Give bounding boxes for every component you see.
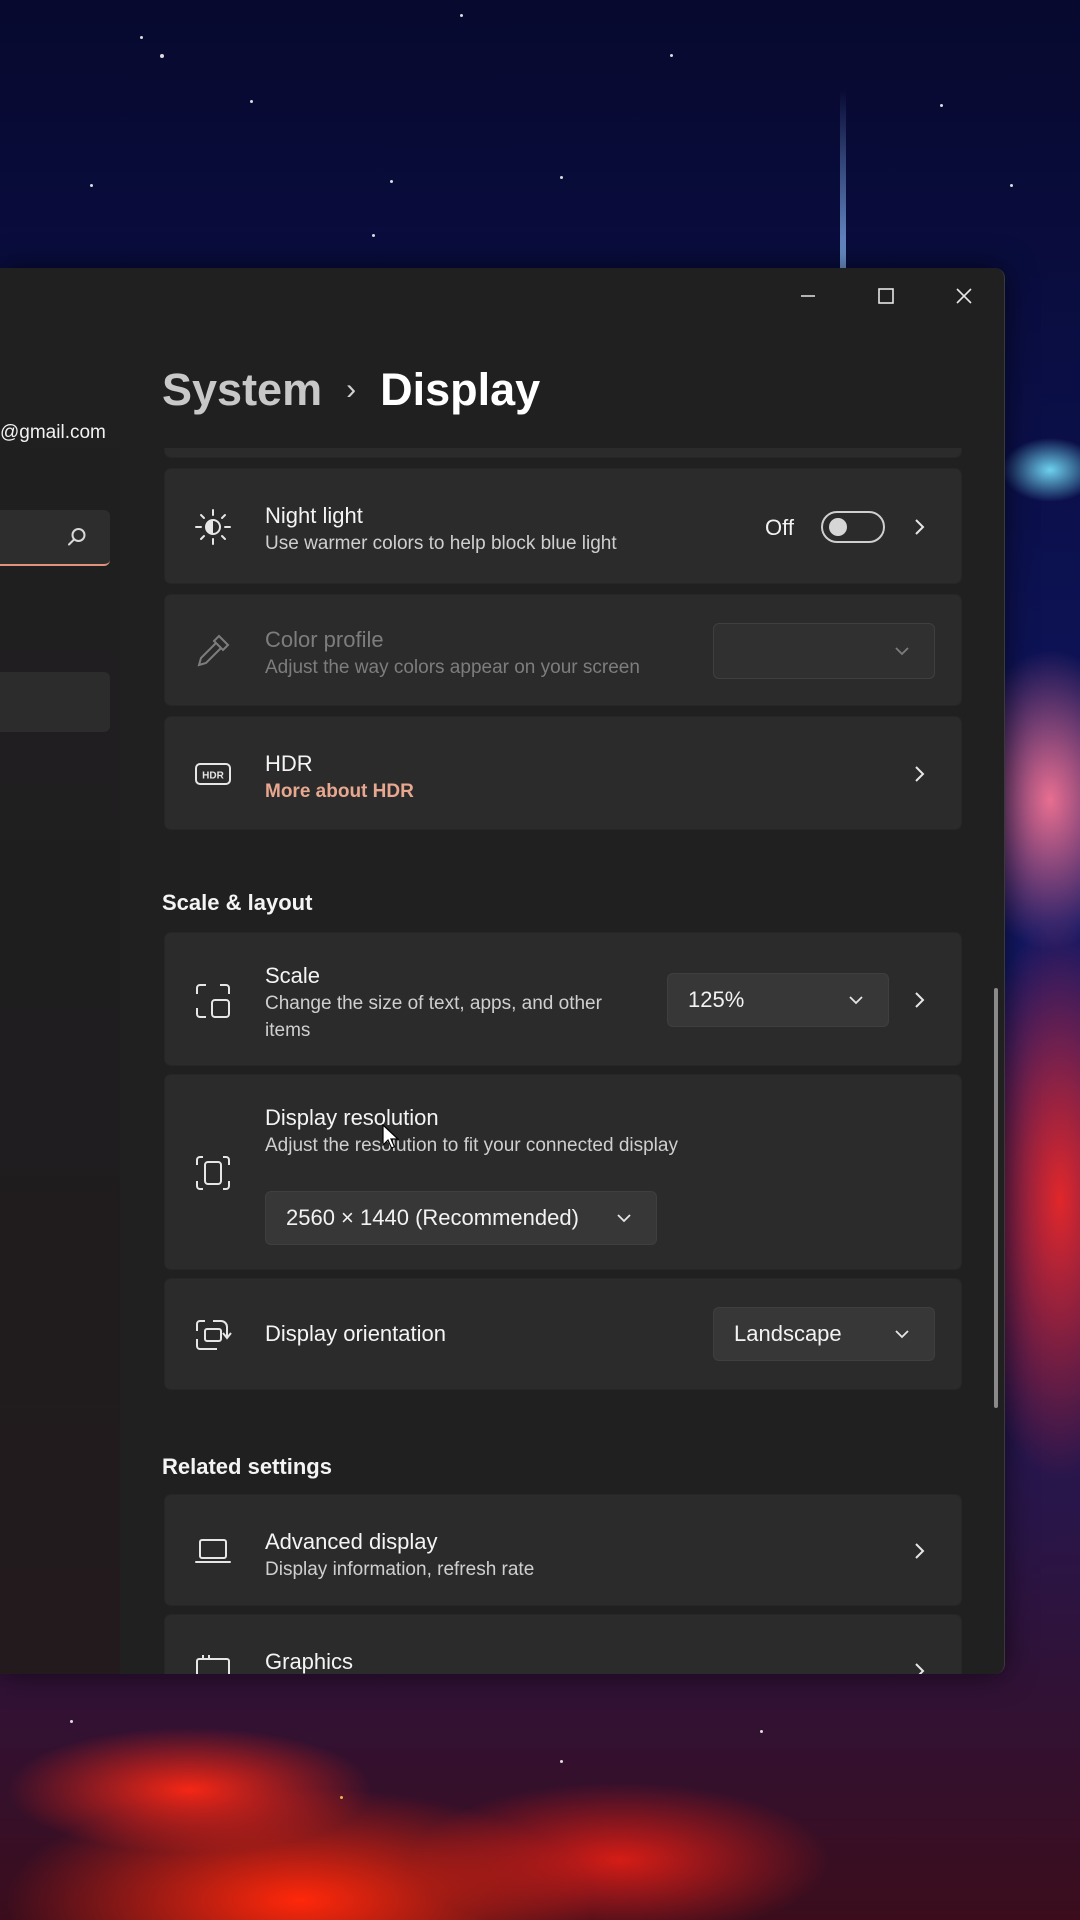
- night-light-subtitle: Use warmer colors to help block blue lig…: [265, 533, 617, 554]
- maximize-button[interactable]: [848, 268, 924, 324]
- chevron-down-icon: [617, 1214, 631, 1223]
- scale-value: 125%: [688, 987, 745, 1012]
- laptop-icon: [195, 1539, 231, 1563]
- color-profile-card: Color profile Adjust the way colors appe…: [164, 594, 962, 706]
- display-orientation-dropdown[interactable]: Landscape: [713, 1307, 935, 1361]
- mouse-pointer-icon: [382, 1124, 400, 1149]
- chevron-down-icon: [849, 996, 863, 1005]
- display-resolution-title: Display resolution: [265, 1105, 439, 1130]
- color-profile-subtitle: Adjust the way colors appear on your scr…: [265, 657, 640, 678]
- chevron-right-icon[interactable]: [909, 764, 929, 784]
- scale-dropdown[interactable]: 125%: [667, 973, 889, 1027]
- scale-subtitle-line1: Change the size of text, apps, and other: [265, 993, 602, 1014]
- display-resolution-card: Display resolution Adjust the resolution…: [164, 1074, 962, 1270]
- brightness-icon: [195, 509, 231, 545]
- page-title: Display: [380, 364, 541, 415]
- maximize-icon: [878, 288, 894, 304]
- chevron-right-icon[interactable]: [909, 1661, 929, 1674]
- search-icon[interactable]: [66, 526, 88, 548]
- advanced-display-title: Advanced display: [265, 1529, 438, 1554]
- eyedropper-icon: [197, 634, 230, 667]
- scale-card[interactable]: Scale Change the size of text, apps, and…: [164, 932, 962, 1066]
- svg-text:HDR: HDR: [202, 771, 224, 782]
- color-profile-title: Color profile: [265, 627, 384, 652]
- minimize-button[interactable]: [770, 268, 846, 324]
- advanced-display-subtitle: Display information, refresh rate: [265, 1559, 535, 1580]
- night-light-state: Off: [765, 515, 794, 540]
- hdr-title: HDR: [265, 751, 313, 776]
- breadcrumb: System › Display: [162, 364, 540, 416]
- chevron-right-icon[interactable]: [909, 990, 929, 1010]
- settings-content: Night light Use warmer colors to help bl…: [162, 448, 962, 1674]
- search-input[interactable]: [0, 510, 110, 566]
- display-orientation-title: Display orientation: [265, 1321, 446, 1346]
- account-email: @gmail.com: [0, 422, 106, 443]
- scale-icon: [196, 984, 230, 1018]
- display-resolution-subtitle: Adjust the resolution to fit your connec…: [265, 1135, 678, 1156]
- scale-title: Scale: [265, 963, 321, 988]
- night-light-card[interactable]: Night light Use warmer colors to help bl…: [164, 468, 962, 584]
- graphics-card[interactable]: Graphics: [164, 1614, 962, 1674]
- orientation-icon: [196, 1320, 232, 1350]
- night-light-toggle[interactable]: [821, 511, 885, 543]
- navigation-pane: @gmail.com: [0, 268, 120, 1674]
- light-beam: [840, 90, 846, 270]
- scale-subtitle-line2: items: [265, 1020, 311, 1041]
- vertical-scrollbar[interactable]: [994, 988, 998, 1408]
- night-light-title: Night light: [265, 503, 363, 528]
- scale-layout-header: Scale & layout: [162, 890, 313, 915]
- color-profile-dropdown[interactable]: [713, 623, 935, 679]
- breadcrumb-separator: ›: [346, 373, 357, 406]
- advanced-display-card[interactable]: Advanced display Display information, re…: [164, 1494, 962, 1606]
- resolution-icon: [196, 1156, 230, 1190]
- related-settings-header: Related settings: [162, 1454, 332, 1479]
- close-icon: [956, 288, 972, 304]
- minimize-icon: [801, 295, 815, 297]
- hdr-icon: HDR: [195, 763, 231, 785]
- display-resolution-dropdown[interactable]: 2560 × 1440 (Recommended): [265, 1191, 657, 1245]
- chevron-down-icon: [895, 647, 909, 656]
- display-resolution-value: 2560 × 1440 (Recommended): [286, 1205, 579, 1230]
- previous-card-edge[interactable]: [164, 448, 962, 458]
- chevron-right-icon[interactable]: [909, 1541, 929, 1561]
- hdr-card[interactable]: HDR HDR More about HDR: [164, 716, 962, 830]
- graphics-title: Graphics: [265, 1649, 354, 1674]
- nav-item-system-selected[interactable]: [0, 672, 110, 732]
- toggle-knob: [829, 518, 847, 536]
- graphics-icon: [196, 1655, 230, 1674]
- chevron-right-icon[interactable]: [909, 517, 929, 537]
- display-orientation-card: Display orientation Landscape: [164, 1278, 962, 1390]
- breadcrumb-system-link[interactable]: System: [162, 364, 322, 416]
- close-button[interactable]: [926, 268, 1002, 324]
- chevron-down-icon: [895, 1330, 909, 1339]
- hdr-more-link[interactable]: More about HDR: [265, 781, 414, 803]
- settings-window: @gmail.com System › Display Night light …: [0, 268, 1005, 1674]
- display-orientation-value: Landscape: [734, 1321, 842, 1346]
